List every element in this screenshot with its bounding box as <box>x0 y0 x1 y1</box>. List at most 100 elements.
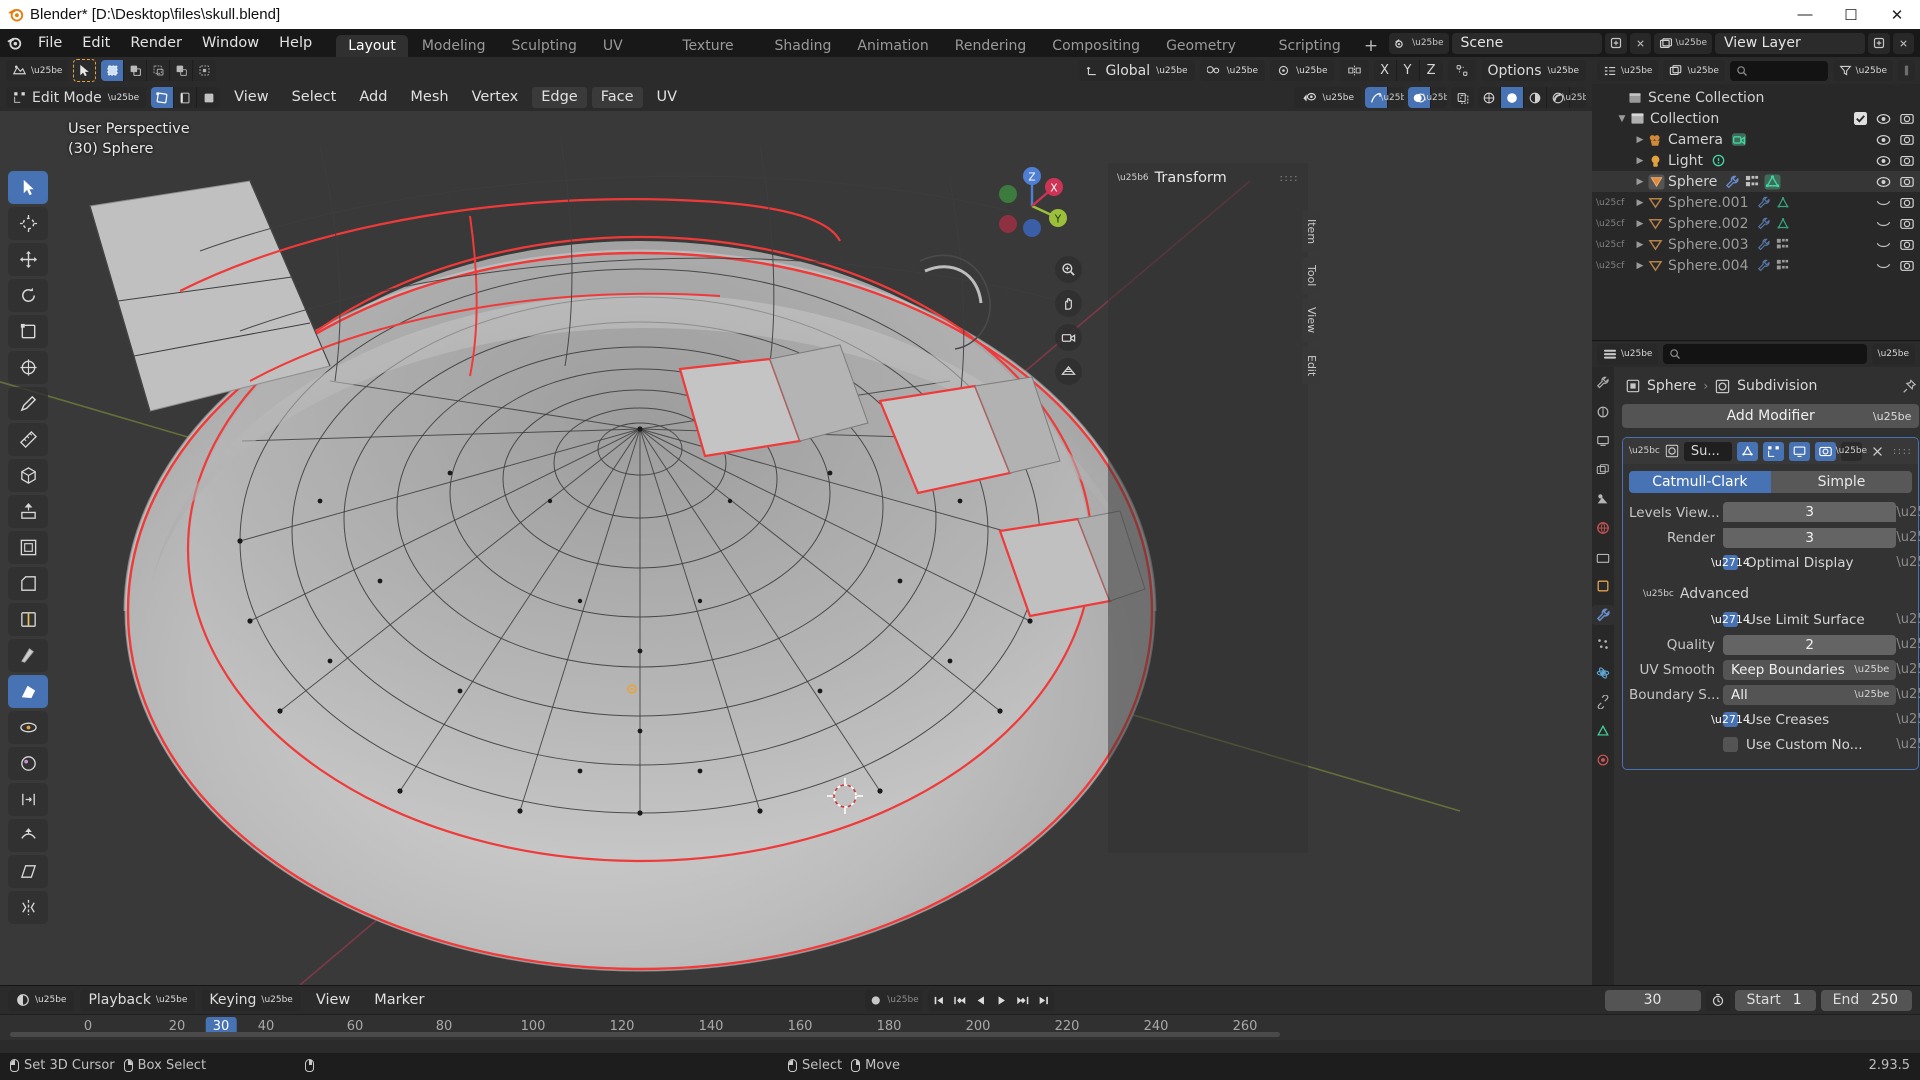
animate-property-dot[interactable]: \u25cf <box>1896 555 1920 570</box>
properties-tab-material[interactable] <box>1592 750 1614 770</box>
outliner-row-sphere-003[interactable]: \u25cf ▶ Sphere.003 <box>1592 234 1920 255</box>
modifier-delete-button[interactable] <box>1867 442 1888 461</box>
properties-tab-output[interactable] <box>1592 431 1614 451</box>
hidden-eye-icon[interactable] <box>1876 261 1891 271</box>
outliner-row-light[interactable]: ▶ Light <box>1592 150 1920 171</box>
outliner-search-input[interactable] <box>1729 60 1828 81</box>
breadcrumb-object-name[interactable]: Sphere <box>1647 378 1696 394</box>
select-set-icon[interactable] <box>101 60 125 81</box>
breadcrumb-modifier-name[interactable]: Subdivision <box>1737 378 1817 394</box>
n-tab-tool[interactable]: Tool <box>1302 257 1320 295</box>
edge-select-icon[interactable] <box>174 87 198 108</box>
select-intersect-icon[interactable] <box>193 60 217 81</box>
scene-name-field[interactable]: Scene <box>1451 32 1602 54</box>
hidden-eye-icon[interactable] <box>1876 240 1891 250</box>
shrink-fatten-tool-button[interactable] <box>8 819 48 852</box>
modifier-icon[interactable] <box>1776 259 1789 272</box>
expand-arrow-icon[interactable]: ▼ <box>1614 114 1630 124</box>
select-extend-icon[interactable] <box>124 60 148 81</box>
overlay-dropdown[interactable]: \u25be <box>1423 87 1447 108</box>
proportional-editing-dropdown[interactable]: \u25be <box>1270 60 1335 81</box>
move-view-icon[interactable] <box>1055 290 1082 317</box>
viewport-menu-face[interactable]: Face <box>591 87 643 108</box>
auto-keying-toggle[interactable]: \u25be <box>865 989 923 1011</box>
eye-icon[interactable] <box>1876 134 1891 146</box>
frame-end-field[interactable]: End 250 <box>1820 989 1912 1011</box>
animate-property-dot[interactable]: \u25cf <box>1896 712 1920 727</box>
wireframe-shading-icon[interactable] <box>1478 87 1501 108</box>
new-scene-icon[interactable] <box>1604 32 1627 54</box>
view-axis-gizmo[interactable]: X Y Z <box>992 166 1072 246</box>
expand-arrow-icon[interactable]: ▶ <box>1632 135 1648 145</box>
outliner-row-camera[interactable]: ▶ Camera <box>1592 129 1920 150</box>
render-levels-input[interactable]: 3 <box>1723 527 1897 548</box>
jump-to-start-button[interactable] <box>929 990 950 1011</box>
expand-arrow-icon[interactable]: ▶ <box>1632 240 1648 250</box>
overlay-group[interactable]: \u25be <box>1408 87 1447 108</box>
uv-mirror-icon[interactable] <box>1447 60 1476 81</box>
move-tool-button[interactable] <box>8 243 48 276</box>
gizmo-dropdown[interactable]: \u25be <box>1380 87 1404 108</box>
3d-viewport[interactable]: User Perspective (30) Sphere X Y Z \u25b… <box>0 111 1592 985</box>
modifier-extras-dropdown[interactable]: \u25be <box>1836 441 1867 461</box>
workspace-tab-shading[interactable]: Shading <box>763 35 844 57</box>
properties-tab-data[interactable] <box>1592 721 1614 741</box>
outliner-row-scene-collection[interactable]: Scene Collection <box>1592 87 1920 108</box>
use-custom-normals-checkbox[interactable] <box>1723 737 1738 752</box>
camera-icon[interactable] <box>1900 133 1914 146</box>
modifier-icon[interactable] <box>1745 175 1759 189</box>
outliner-tree[interactable]: Scene Collection ▼ Collection ▶ Camera ▶… <box>1592 84 1920 340</box>
eye-icon[interactable] <box>1876 113 1891 125</box>
hidden-eye-icon[interactable] <box>1876 219 1891 229</box>
close-button[interactable]: ✕ <box>1874 0 1920 29</box>
mirror-axis-group[interactable]: X Y Z <box>1373 60 1443 81</box>
viewport-options-dropdown[interactable]: Options \u25be <box>1480 60 1586 81</box>
mirror-x-button[interactable]: X <box>1373 60 1397 81</box>
remove-view-layer-icon[interactable] <box>1893 32 1914 54</box>
rotate-tool-button[interactable] <box>8 279 48 312</box>
select-subtract-icon[interactable] <box>147 60 171 81</box>
animate-property-dot[interactable]: \u25cf <box>1896 612 1920 627</box>
timeline-menu-playback[interactable]: Playback \u25be <box>80 989 196 1011</box>
play-button[interactable] <box>992 990 1013 1011</box>
expand-arrow-icon[interactable]: ▶ <box>1632 177 1648 187</box>
workspace-tab-texture-paint[interactable]: Texture Paint <box>670 35 760 76</box>
properties-tab-render[interactable] <box>1592 402 1614 422</box>
minimize-button[interactable]: — <box>1782 0 1828 29</box>
optimal-display-checkbox[interactable]: \u2714 <box>1711 555 1750 570</box>
modifier-render-toggle[interactable] <box>1814 441 1836 461</box>
workspace-tab-rendering[interactable]: Rendering <box>943 35 1039 57</box>
camera-icon[interactable] <box>1900 154 1914 167</box>
menu-render[interactable]: Render <box>120 29 192 57</box>
camera-icon[interactable] <box>1900 112 1914 125</box>
panel-drag-handle[interactable]: :::: <box>1280 173 1299 184</box>
timeline-scrollbar[interactable] <box>10 1032 1280 1037</box>
tweak-select-tool-button[interactable] <box>8 171 48 204</box>
current-frame-input[interactable]: 30 <box>1604 989 1701 1011</box>
spin-tool-button[interactable] <box>8 711 48 744</box>
new-view-layer-icon[interactable] <box>1868 32 1890 54</box>
vertex-select-icon[interactable] <box>151 87 175 108</box>
material-preview-shading-icon[interactable] <box>1524 87 1547 108</box>
quality-input[interactable]: 2 <box>1723 634 1897 655</box>
properties-tab-tool[interactable] <box>1592 373 1614 393</box>
boundary-smooth-dropdown[interactable]: All \u25be <box>1723 684 1897 705</box>
wrench-icon[interactable] <box>1757 196 1771 209</box>
mesh-data-icon[interactable] <box>1776 217 1790 231</box>
workspace-tab-uv-editing[interactable]: UV Editing <box>591 35 669 76</box>
hidden-eye-icon[interactable] <box>1876 198 1891 208</box>
modifier-on-cage-toggle[interactable] <box>1736 441 1758 461</box>
camera-icon[interactable] <box>1900 259 1914 272</box>
prev-keyframe-button[interactable] <box>950 990 971 1011</box>
outliner-row-sphere-004[interactable]: \u25cf ▶ Sphere.004 <box>1592 255 1920 276</box>
camera-data-icon[interactable] <box>1731 132 1747 147</box>
mesh-data-icon[interactable] <box>1764 173 1781 190</box>
mirror-options[interactable] <box>1339 60 1369 81</box>
workspace-tab-modeling[interactable]: Modeling <box>410 35 498 57</box>
wrench-icon[interactable] <box>1757 259 1771 272</box>
outliner-row-collection[interactable]: ▼ Collection <box>1592 108 1920 129</box>
workspace-tab-scripting[interactable]: Scripting <box>1267 35 1353 57</box>
n-tab-view[interactable]: View <box>1302 299 1320 342</box>
properties-options-icon[interactable]: \u25be <box>1871 343 1915 365</box>
n-tab-item[interactable]: Item <box>1302 211 1320 253</box>
